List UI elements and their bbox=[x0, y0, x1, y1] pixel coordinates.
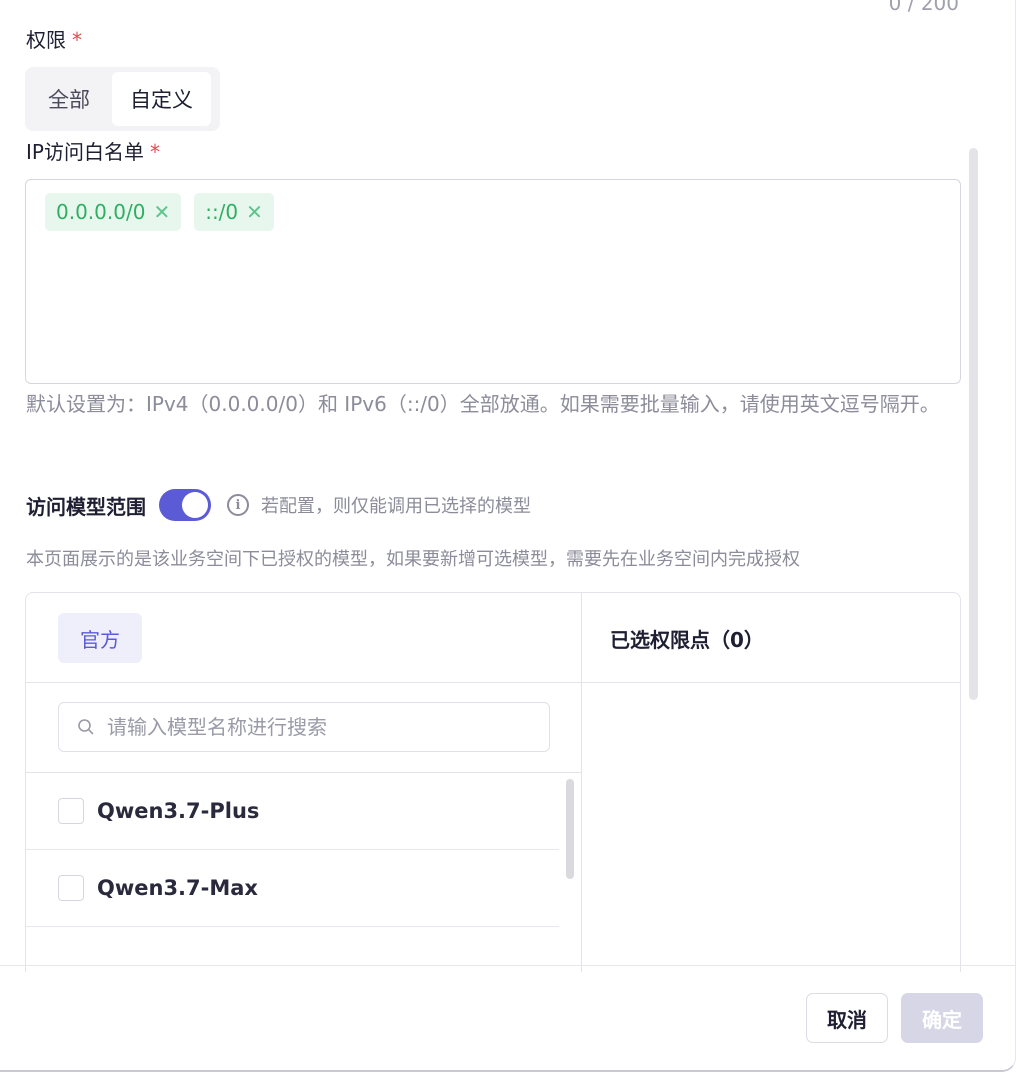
permission-label: 权限 * bbox=[26, 24, 82, 53]
dialog-scrollbar[interactable] bbox=[969, 148, 978, 700]
confirm-button[interactable]: 确定 bbox=[901, 993, 983, 1043]
list-item[interactable]: Qwen3.7-Plus bbox=[26, 773, 559, 850]
selected-count-title: 已选权限点（0） bbox=[610, 627, 764, 652]
dialog-footer: 取消 确定 bbox=[0, 965, 1015, 1069]
list-item[interactable]: Qwen3.7-Max bbox=[26, 850, 559, 927]
ip-whitelist-label-text: IP访问白名单 bbox=[26, 140, 144, 164]
model-scope-row: 访问模型范围 i 若配置，则仅能调用已选择的模型 bbox=[26, 487, 531, 523]
ip-tag: ::/0 ✕ bbox=[194, 193, 274, 231]
close-icon[interactable]: ✕ bbox=[246, 200, 263, 224]
model-transfer-panel: 官方 Qwen3.7-Plus Qwen3.7-Max bbox=[25, 592, 961, 972]
available-models-pane: 官方 Qwen3.7-Plus Qwen3.7-Max bbox=[26, 593, 582, 972]
search-box[interactable] bbox=[58, 702, 550, 752]
model-scope-hint: 若配置，则仅能调用已选择的模型 bbox=[261, 496, 531, 517]
ip-tag: 0.0.0.0/0 ✕ bbox=[45, 193, 182, 231]
info-icon[interactable]: i bbox=[227, 494, 249, 516]
segment-custom[interactable]: 自定义 bbox=[112, 72, 211, 126]
search-input[interactable] bbox=[107, 715, 527, 739]
search-icon bbox=[78, 719, 94, 735]
model-scope-label: 访问模型范围 bbox=[26, 494, 146, 519]
search-area bbox=[26, 683, 581, 773]
permission-segmented-control: 全部 自定义 bbox=[25, 67, 220, 131]
ip-whitelist-help: 默认设置为：IPv4（0.0.0.0/0）和 IPv6（::/0）全部放通。如果… bbox=[26, 392, 940, 416]
close-icon[interactable]: ✕ bbox=[153, 200, 170, 224]
dialog: 0 / 200 权限 * 全部 自定义 IP访问白名单 * 0.0.0.0/0 ✕ … bbox=[0, 0, 1016, 1072]
ip-whitelist-input[interactable]: 0.0.0.0/0 ✕ ::/0 ✕ bbox=[25, 179, 961, 384]
permission-label-text: 权限 bbox=[26, 28, 66, 52]
model-name: Qwen3.7-Max bbox=[97, 876, 258, 900]
toggle-knob bbox=[182, 492, 208, 518]
model-checkbox[interactable] bbox=[58, 798, 84, 824]
segment-all[interactable]: 全部 bbox=[30, 72, 108, 126]
list-scrollbar[interactable] bbox=[566, 779, 574, 879]
ip-tag-text: 0.0.0.0/0 bbox=[56, 200, 146, 224]
model-name: Qwen3.7-Plus bbox=[97, 799, 260, 823]
left-pane-header: 官方 bbox=[26, 593, 581, 683]
required-mark: * bbox=[72, 28, 82, 52]
model-scope-sub-help: 本页面展示的是该业务空间下已授权的模型，如果要新增可选模型，需要先在业务空间内完… bbox=[26, 549, 800, 570]
right-pane-header: 已选权限点（0） bbox=[582, 593, 960, 683]
model-scope-toggle[interactable] bbox=[159, 489, 211, 521]
tab-official[interactable]: 官方 bbox=[58, 613, 142, 663]
cancel-button[interactable]: 取消 bbox=[806, 993, 888, 1043]
required-mark: * bbox=[149, 140, 160, 164]
char-counter: 0 / 200 bbox=[888, 0, 959, 15]
selected-models-pane: 已选权限点（0） bbox=[582, 593, 960, 972]
model-checkbox[interactable] bbox=[58, 875, 84, 901]
ip-tag-text: ::/0 bbox=[205, 200, 239, 224]
ip-whitelist-label: IP访问白名单 * bbox=[26, 136, 160, 165]
